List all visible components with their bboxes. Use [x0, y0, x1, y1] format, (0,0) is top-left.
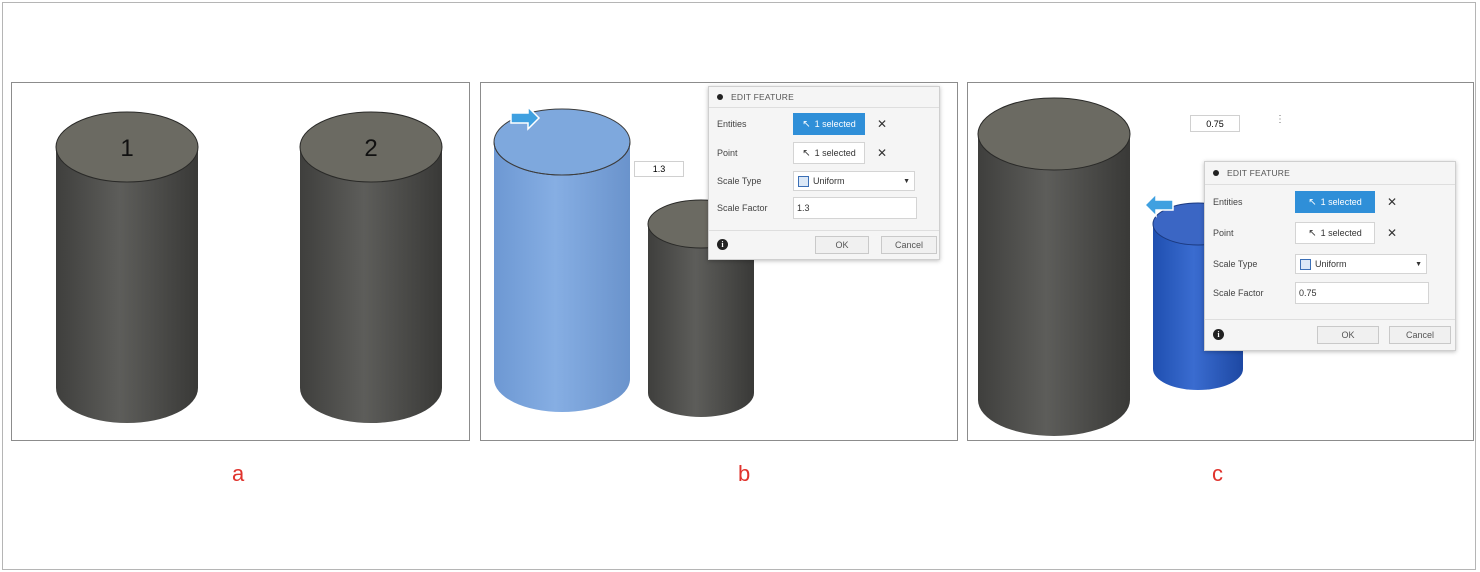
reference-cylinder[interactable]: [977, 97, 1131, 436]
selected-cylinder-scaled[interactable]: [493, 108, 631, 412]
point-row: Point ↖ 1 selected ✕: [1213, 221, 1397, 245]
panel-c-viewport[interactable]: 0.75 ⋮ EDIT FEATURE Entities ↖ 1 selected…: [967, 82, 1474, 441]
edit-feature-dialog: EDIT FEATURE Entities ↖ 1 selected ✕ Poin…: [708, 86, 940, 260]
entities-select-button[interactable]: ↖ 1 selected: [1295, 191, 1375, 213]
edit-feature-dialog: EDIT FEATURE Entities ↖ 1 selected ✕ Poin…: [1204, 161, 1456, 351]
scale-value-input[interactable]: 0.75: [1190, 115, 1240, 132]
panel-b-viewport[interactable]: 1.3 ⋮ EDIT FEATURE Entities ↖1 selected …: [480, 82, 958, 441]
scale-type-dropdown[interactable]: Uniform ▼: [793, 171, 915, 191]
cursor-arrow-icon: ↖: [1308, 196, 1317, 208]
entities-row: Entities ↖ 1 selected ✕: [1213, 190, 1397, 214]
panel-a-viewport[interactable]: 1 2: [11, 82, 470, 441]
clear-entities-icon[interactable]: ✕: [1387, 195, 1397, 209]
scale-value-input[interactable]: 1.3: [634, 161, 684, 177]
collapse-dot-icon[interactable]: [717, 94, 723, 100]
point-row: Point ↖ 1 selected ✕: [717, 141, 887, 165]
clear-point-icon[interactable]: ✕: [877, 146, 887, 160]
ok-button[interactable]: OK: [1317, 326, 1379, 344]
dialog-title: EDIT FEATURE: [731, 92, 795, 102]
cursor-arrow-icon: ↖: [802, 147, 811, 159]
scale-type-label: Scale Type: [1213, 259, 1258, 269]
caption-b: b: [738, 461, 751, 486]
scale-factor-row: Scale Factor 0.75: [1213, 281, 1429, 305]
caption-c: c: [1212, 461, 1223, 486]
cylinder-2-label: 2: [364, 135, 377, 162]
panel-a-scene: 1 2: [55, 111, 443, 423]
entities-label: Entities: [1213, 197, 1243, 207]
cancel-button[interactable]: Cancel: [1389, 326, 1451, 344]
collapse-dot-icon[interactable]: [1213, 170, 1219, 176]
entities-value: 1 selected: [814, 119, 856, 129]
dialog-header: EDIT FEATURE: [709, 87, 939, 108]
scale-factor-input[interactable]: 0.75: [1295, 282, 1429, 304]
entities-value: 1 selected: [1320, 197, 1362, 207]
point-label: Point: [1213, 228, 1234, 238]
scale-factor-label: Scale Factor: [717, 203, 768, 213]
dialog-footer: i OK Cancel: [1205, 319, 1455, 350]
scale-factor-label: Scale Factor: [1213, 288, 1264, 298]
scale-type-value: Uniform: [1315, 259, 1347, 269]
chevron-down-icon: ▼: [1415, 260, 1422, 268]
cancel-button[interactable]: Cancel: [881, 236, 937, 254]
entities-select-button[interactable]: ↖ 1 selected: [793, 113, 865, 135]
scale-type-value: Uniform: [813, 176, 845, 186]
uniform-scale-icon: [1300, 258, 1311, 270]
dialog-header: EDIT FEATURE: [1205, 162, 1455, 185]
chevron-down-icon: ▼: [903, 177, 910, 185]
scale-type-dropdown[interactable]: Uniform ▼: [1295, 254, 1427, 274]
scale-type-label: Scale Type: [717, 176, 762, 186]
uniform-scale-icon: [798, 175, 809, 187]
point-select-button[interactable]: ↖ 1 selected: [793, 142, 865, 164]
scale-type-row: Scale Type Uniform ▼: [717, 169, 915, 193]
scale-type-row: Scale Type Uniform ▼: [1213, 252, 1427, 276]
point-value: 1 selected: [814, 148, 856, 158]
info-icon[interactable]: i: [1213, 329, 1224, 340]
input-options-dots-icon[interactable]: ⋮: [1275, 114, 1285, 125]
scale-factor-row: Scale Factor 1.3: [717, 196, 917, 220]
point-select-button[interactable]: ↖ 1 selected: [1295, 222, 1375, 244]
point-value: 1 selected: [1320, 228, 1362, 238]
ok-button[interactable]: OK: [815, 236, 869, 254]
clear-entities-icon[interactable]: ✕: [877, 117, 887, 131]
cursor-arrow-icon: ↖: [802, 118, 811, 130]
cursor-arrow-icon: ↖: [1308, 227, 1317, 239]
point-label: Point: [717, 148, 738, 158]
cylinder-1-label: 1: [120, 135, 133, 162]
entities-row: Entities ↖ 1 selected ✕: [717, 112, 887, 136]
info-icon[interactable]: i: [717, 239, 728, 250]
scale-factor-input[interactable]: 1.3: [793, 197, 917, 219]
dialog-footer: i OK Cancel: [709, 230, 939, 259]
clear-point-icon[interactable]: ✕: [1387, 226, 1397, 240]
entities-label: Entities: [717, 119, 747, 129]
dialog-title: EDIT FEATURE: [1227, 168, 1291, 178]
caption-a: a: [232, 461, 245, 486]
